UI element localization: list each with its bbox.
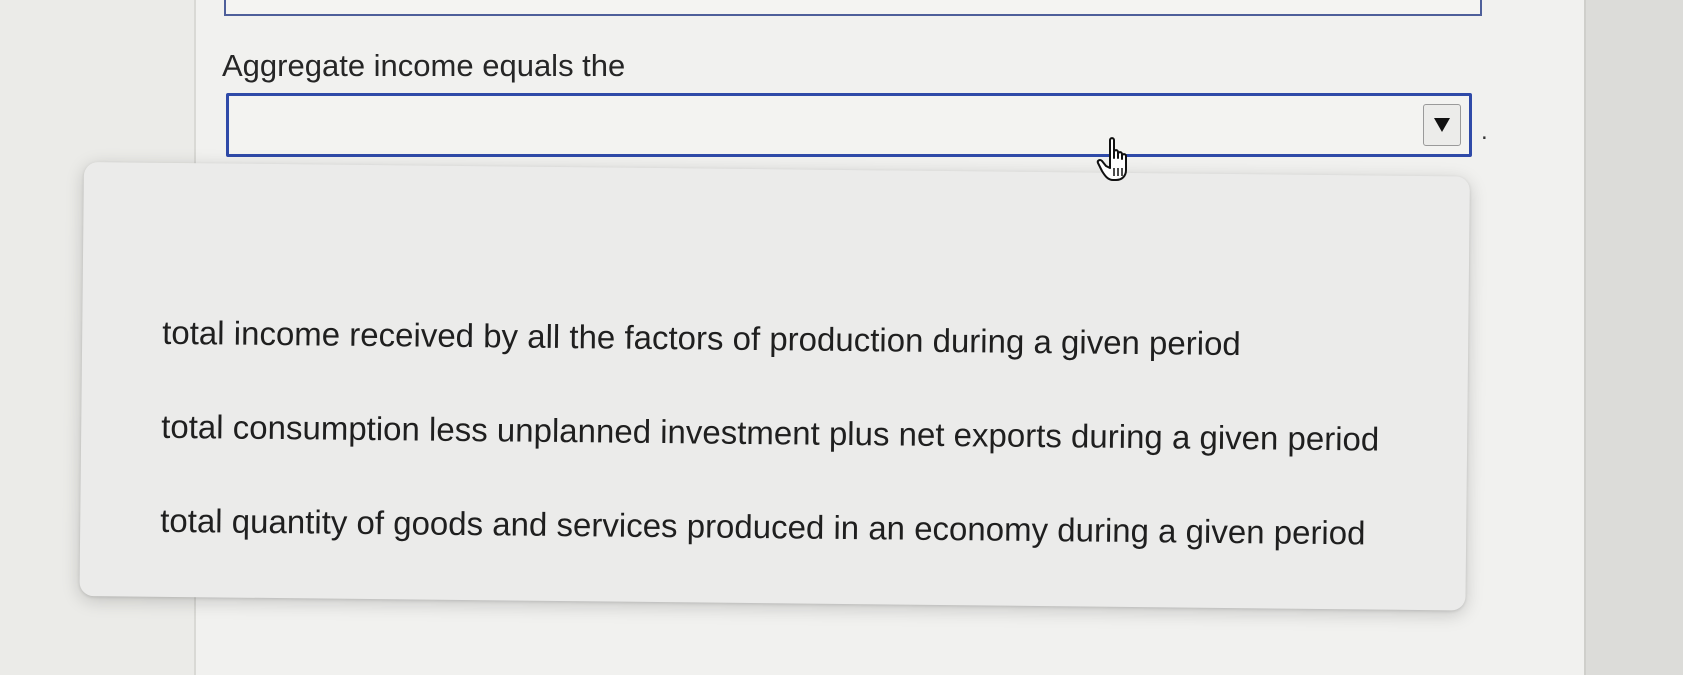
select-toggle-button[interactable]: [1423, 104, 1461, 146]
dropdown-option[interactable]: total quantity of goods and services pro…: [159, 501, 1378, 608]
hand-pointer-cursor-icon: [1096, 137, 1127, 181]
answer-select[interactable]: [226, 93, 1472, 157]
question-prompt: Aggregate income equals the: [222, 48, 626, 83]
previous-answer-field[interactable]: [224, 0, 1482, 16]
dropdown-option[interactable]: total consumption less unplanned investm…: [160, 407, 1379, 514]
option-list: total income received by all the factors…: [159, 313, 1380, 608]
trailing-period: .: [1481, 118, 1488, 145]
right-gutter: [1584, 0, 1683, 675]
dropdown-menu: total income received by all the factors…: [79, 162, 1470, 611]
dropdown-option[interactable]: total income received by all the factors…: [161, 313, 1380, 420]
triangle-down-icon: [1434, 118, 1450, 132]
